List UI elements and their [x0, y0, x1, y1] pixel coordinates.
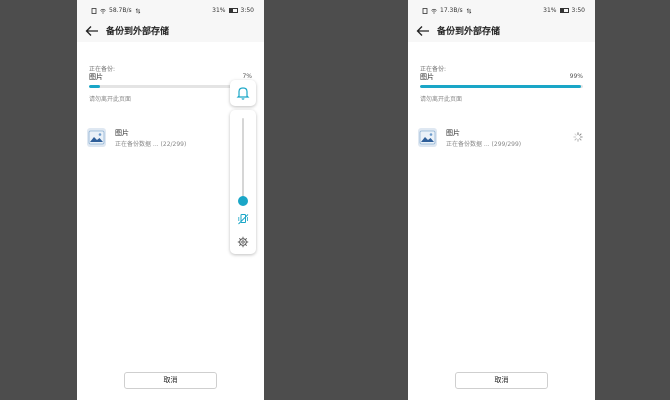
loading-spinner-icon [573, 132, 583, 142]
sim-icon [91, 7, 97, 14]
item-name: 图片 [446, 129, 460, 137]
phone-screen-right: 17.3B/s 31% 3:50 备份到外部存储 正在备份: 图片 99% 请勿… [408, 0, 595, 400]
data-transfer-icon [135, 7, 140, 14]
cancel-button[interactable]: 取消 [455, 372, 548, 389]
sim-icon [422, 7, 428, 14]
battery-icon [559, 8, 569, 13]
back-arrow-icon[interactable] [416, 25, 430, 37]
stay-on-page-hint: 请勿离开此页面 [420, 96, 463, 103]
status-bar: 17.3B/s 31% 3:50 [408, 0, 595, 22]
wifi-icon [431, 8, 437, 14]
phone-screen-left: 58.7B/s 31% 3:50 备份到外部存储 正在备份: 图片 7% 请勿离… [77, 0, 264, 400]
volume-panel [230, 110, 256, 254]
title-bar: 备份到外部存储 [77, 22, 264, 42]
progress-percent: 99% [569, 73, 583, 80]
item-status: 正在备份数据 ... (299/299) [446, 141, 522, 148]
wifi-icon [100, 8, 106, 14]
data-transfer-icon [466, 7, 471, 14]
battery-percent: 31% [543, 7, 557, 14]
progress-percent: 7% [242, 73, 252, 80]
bell-icon [236, 87, 250, 100]
battery-percent: 31% [212, 7, 226, 14]
cancel-button[interactable]: 取消 [124, 372, 217, 389]
progress-bar-fill [420, 85, 582, 88]
clock: 3:50 [240, 7, 254, 14]
backup-category: 图片 [89, 73, 103, 81]
photos-icon [418, 128, 437, 147]
volume-slider-handle[interactable] [238, 196, 248, 206]
photos-icon [87, 128, 106, 147]
progress-bar-fill [89, 85, 101, 88]
stay-on-page-hint: 请勿离开此页面 [89, 96, 132, 103]
progress-bar [89, 85, 252, 88]
backup-content: 正在备份: 图片 99% 请勿离开此页面 图片 正在备份数据 ... (299/… [408, 42, 595, 400]
clock: 3:50 [571, 7, 585, 14]
gear-icon[interactable] [237, 236, 249, 248]
volume-slider-track[interactable] [242, 118, 244, 202]
mute-vibrate-icon[interactable] [237, 213, 249, 225]
progress-bar [420, 85, 583, 88]
backup-category: 图片 [420, 73, 434, 81]
network-speed: 17.3B/s [440, 7, 463, 14]
ring-mode-button[interactable] [230, 80, 256, 106]
status-bar: 58.7B/s 31% 3:50 [77, 0, 264, 22]
page-title: 备份到外部存储 [106, 27, 170, 37]
back-arrow-icon[interactable] [85, 25, 99, 37]
battery-icon [228, 8, 238, 13]
title-bar: 备份到外部存储 [408, 22, 595, 42]
page-title: 备份到外部存储 [437, 27, 501, 37]
item-name: 图片 [115, 129, 129, 137]
item-status: 正在备份数据 ... (22/299) [115, 141, 187, 148]
network-speed: 58.7B/s [109, 7, 132, 14]
